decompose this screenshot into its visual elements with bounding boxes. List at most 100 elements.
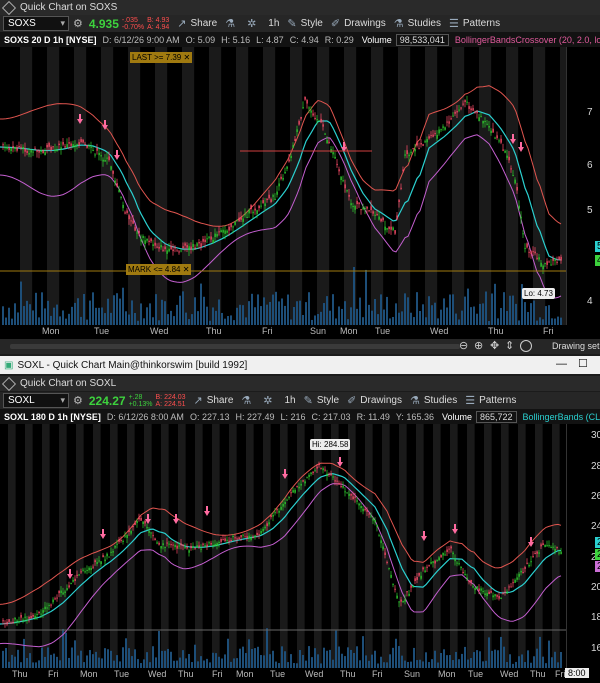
- toggle-icon[interactable]: [520, 340, 532, 352]
- session-shade: [518, 424, 526, 668]
- volume-bar: [482, 661, 484, 668]
- candle-body: [90, 146, 92, 148]
- bottom-chart-area[interactable]: Hi: 284.58: [0, 424, 566, 668]
- x-tick: Wed: [305, 669, 324, 679]
- x-tick: Sun: [310, 326, 327, 336]
- top-period-button[interactable]: 1h: [268, 18, 279, 29]
- candle-body: [172, 544, 174, 546]
- top-style-button[interactable]: ✎ Style: [287, 17, 322, 30]
- volume-bar: [116, 293, 118, 325]
- candle-body: [28, 153, 30, 155]
- volume-bar: [449, 294, 451, 325]
- x-tick: Tue: [468, 669, 484, 679]
- top-study-label[interactable]: BollingerBandsCrossover (20, 2.0, lower,…: [455, 35, 600, 45]
- candle-body: [68, 142, 70, 144]
- pan-icon[interactable]: ✥: [490, 339, 499, 352]
- session-shade: [74, 47, 87, 325]
- bottom-change-pct: +0.13%: [128, 400, 153, 408]
- drawing-set-label[interactable]: Drawing set: [552, 341, 600, 351]
- candle-body: [456, 562, 458, 564]
- candle-body: [380, 218, 382, 222]
- top-drawings-button[interactable]: ✐ Drawings: [331, 17, 386, 30]
- candle-body: [200, 548, 202, 550]
- top-studies-button[interactable]: ⚗ Studies: [394, 17, 441, 30]
- candle-body: [526, 243, 528, 248]
- candle-body: [484, 593, 486, 596]
- candle-body: [376, 214, 378, 216]
- top-price-axis[interactable]: 7 6 5 4 5 4: [566, 47, 600, 325]
- volume-bar: [26, 658, 28, 668]
- candle-body: [378, 216, 380, 220]
- mark-alert-bubble[interactable]: MARK <= 4.84 ✕: [126, 264, 192, 275]
- top-scroll-bar[interactable]: ⊖ ⊕ ✥ ⇕ Drawing set: [0, 339, 600, 354]
- top-patterns-button[interactable]: ☰ Patterns: [449, 17, 500, 30]
- signal-arrow-stem: [116, 150, 118, 155]
- bottom-settings-button[interactable]: ✲: [263, 394, 276, 407]
- bottom-period-button[interactable]: 1h: [284, 395, 295, 406]
- top-symbol-input[interactable]: SOXS: [3, 16, 69, 31]
- gear-icon[interactable]: ⚙: [73, 394, 83, 407]
- bottom-patterns-button[interactable]: ☰ Patterns: [465, 394, 516, 407]
- candle-body: [430, 135, 432, 137]
- zoom-out-icon[interactable]: ⊖: [459, 339, 468, 352]
- bottom-studies-button[interactable]: ⚗ Studies: [410, 394, 457, 407]
- candle-body: [192, 243, 194, 248]
- volume-bar: [464, 296, 466, 325]
- bottom-symbol-input[interactable]: SOXL: [3, 393, 69, 408]
- top-time-axis[interactable]: Mon Tue Wed Thu Fri Sun Mon Tue Wed Thu …: [0, 325, 600, 339]
- bottom-price-chart[interactable]: [0, 424, 566, 668]
- volume-bar: [359, 297, 361, 325]
- top-price-chart[interactable]: [0, 47, 566, 325]
- y-tick: 160: [591, 643, 600, 654]
- bottom-price-axis[interactable]: 300 280 260 240 220 200 180 160 2 2 2: [566, 424, 600, 668]
- candle-body: [82, 569, 84, 571]
- volume-bar: [200, 283, 202, 325]
- gear-icon[interactable]: ⚙: [73, 17, 83, 30]
- volume-bar: [233, 658, 235, 668]
- bottom-share-button[interactable]: ↗ Share: [193, 394, 233, 407]
- volume-bar: [533, 300, 535, 325]
- volume-bar: [380, 294, 382, 325]
- candle-body: [108, 156, 110, 160]
- candle-body: [364, 509, 366, 511]
- candle-body: [34, 615, 36, 619]
- top-share-button[interactable]: ↗ Share: [177, 17, 217, 30]
- candle-body: [394, 230, 396, 234]
- x-tick: Wed: [150, 326, 169, 336]
- candle-body: [66, 144, 68, 148]
- volume-bar: [281, 298, 283, 325]
- volume-bar: [176, 304, 178, 325]
- candle-body: [16, 620, 18, 622]
- bottom-style-button[interactable]: ✎ Style: [304, 394, 339, 407]
- last-alert-bubble[interactable]: LAST >= 7.39 ✕: [130, 52, 193, 63]
- candle-body: [506, 155, 508, 158]
- top-chart-area[interactable]: LAST >= 7.39 ✕ MARK <= 4.84 ✕ Lo: 4.73: [0, 47, 566, 325]
- top-settings-button[interactable]: ✲: [247, 17, 260, 30]
- candle-body: [20, 614, 22, 618]
- candle-body: [18, 621, 20, 623]
- volume-bar: [554, 651, 556, 668]
- top-flask-button[interactable]: ⚗: [225, 17, 239, 30]
- scroll-track[interactable]: [10, 344, 460, 349]
- maximize-button[interactable]: ☐: [578, 357, 588, 370]
- top-infobar: SOXS 20 D 1h [NYSE] D: 6/12/26 9:00 AM O…: [0, 32, 600, 47]
- candle-body: [260, 530, 262, 534]
- bottom-study-label[interactable]: BollingerBands (CLOSE,...: [523, 412, 600, 422]
- minimize-button[interactable]: —: [556, 358, 567, 370]
- candle-body: [286, 166, 288, 169]
- session-shade: [280, 424, 288, 668]
- bottom-drawings-button[interactable]: ✐ Drawings: [347, 394, 402, 407]
- candle-body: [404, 154, 406, 156]
- candle-body: [110, 166, 112, 170]
- bottom-flask-button[interactable]: ⚗: [241, 394, 255, 407]
- candle-body: [380, 540, 382, 544]
- candle-body: [458, 563, 460, 565]
- session-shade: [161, 424, 169, 668]
- candle-body: [152, 244, 154, 247]
- bottom-time-axis[interactable]: Thu Fri Mon Tue Wed Thu Fri Mon Tue Wed …: [0, 668, 600, 683]
- volume-bar: [41, 292, 43, 325]
- candle-body: [8, 147, 10, 150]
- volume-bar: [194, 644, 196, 668]
- zoom-in-icon[interactable]: ⊕: [474, 339, 483, 352]
- fit-icon[interactable]: ⇕: [505, 339, 514, 352]
